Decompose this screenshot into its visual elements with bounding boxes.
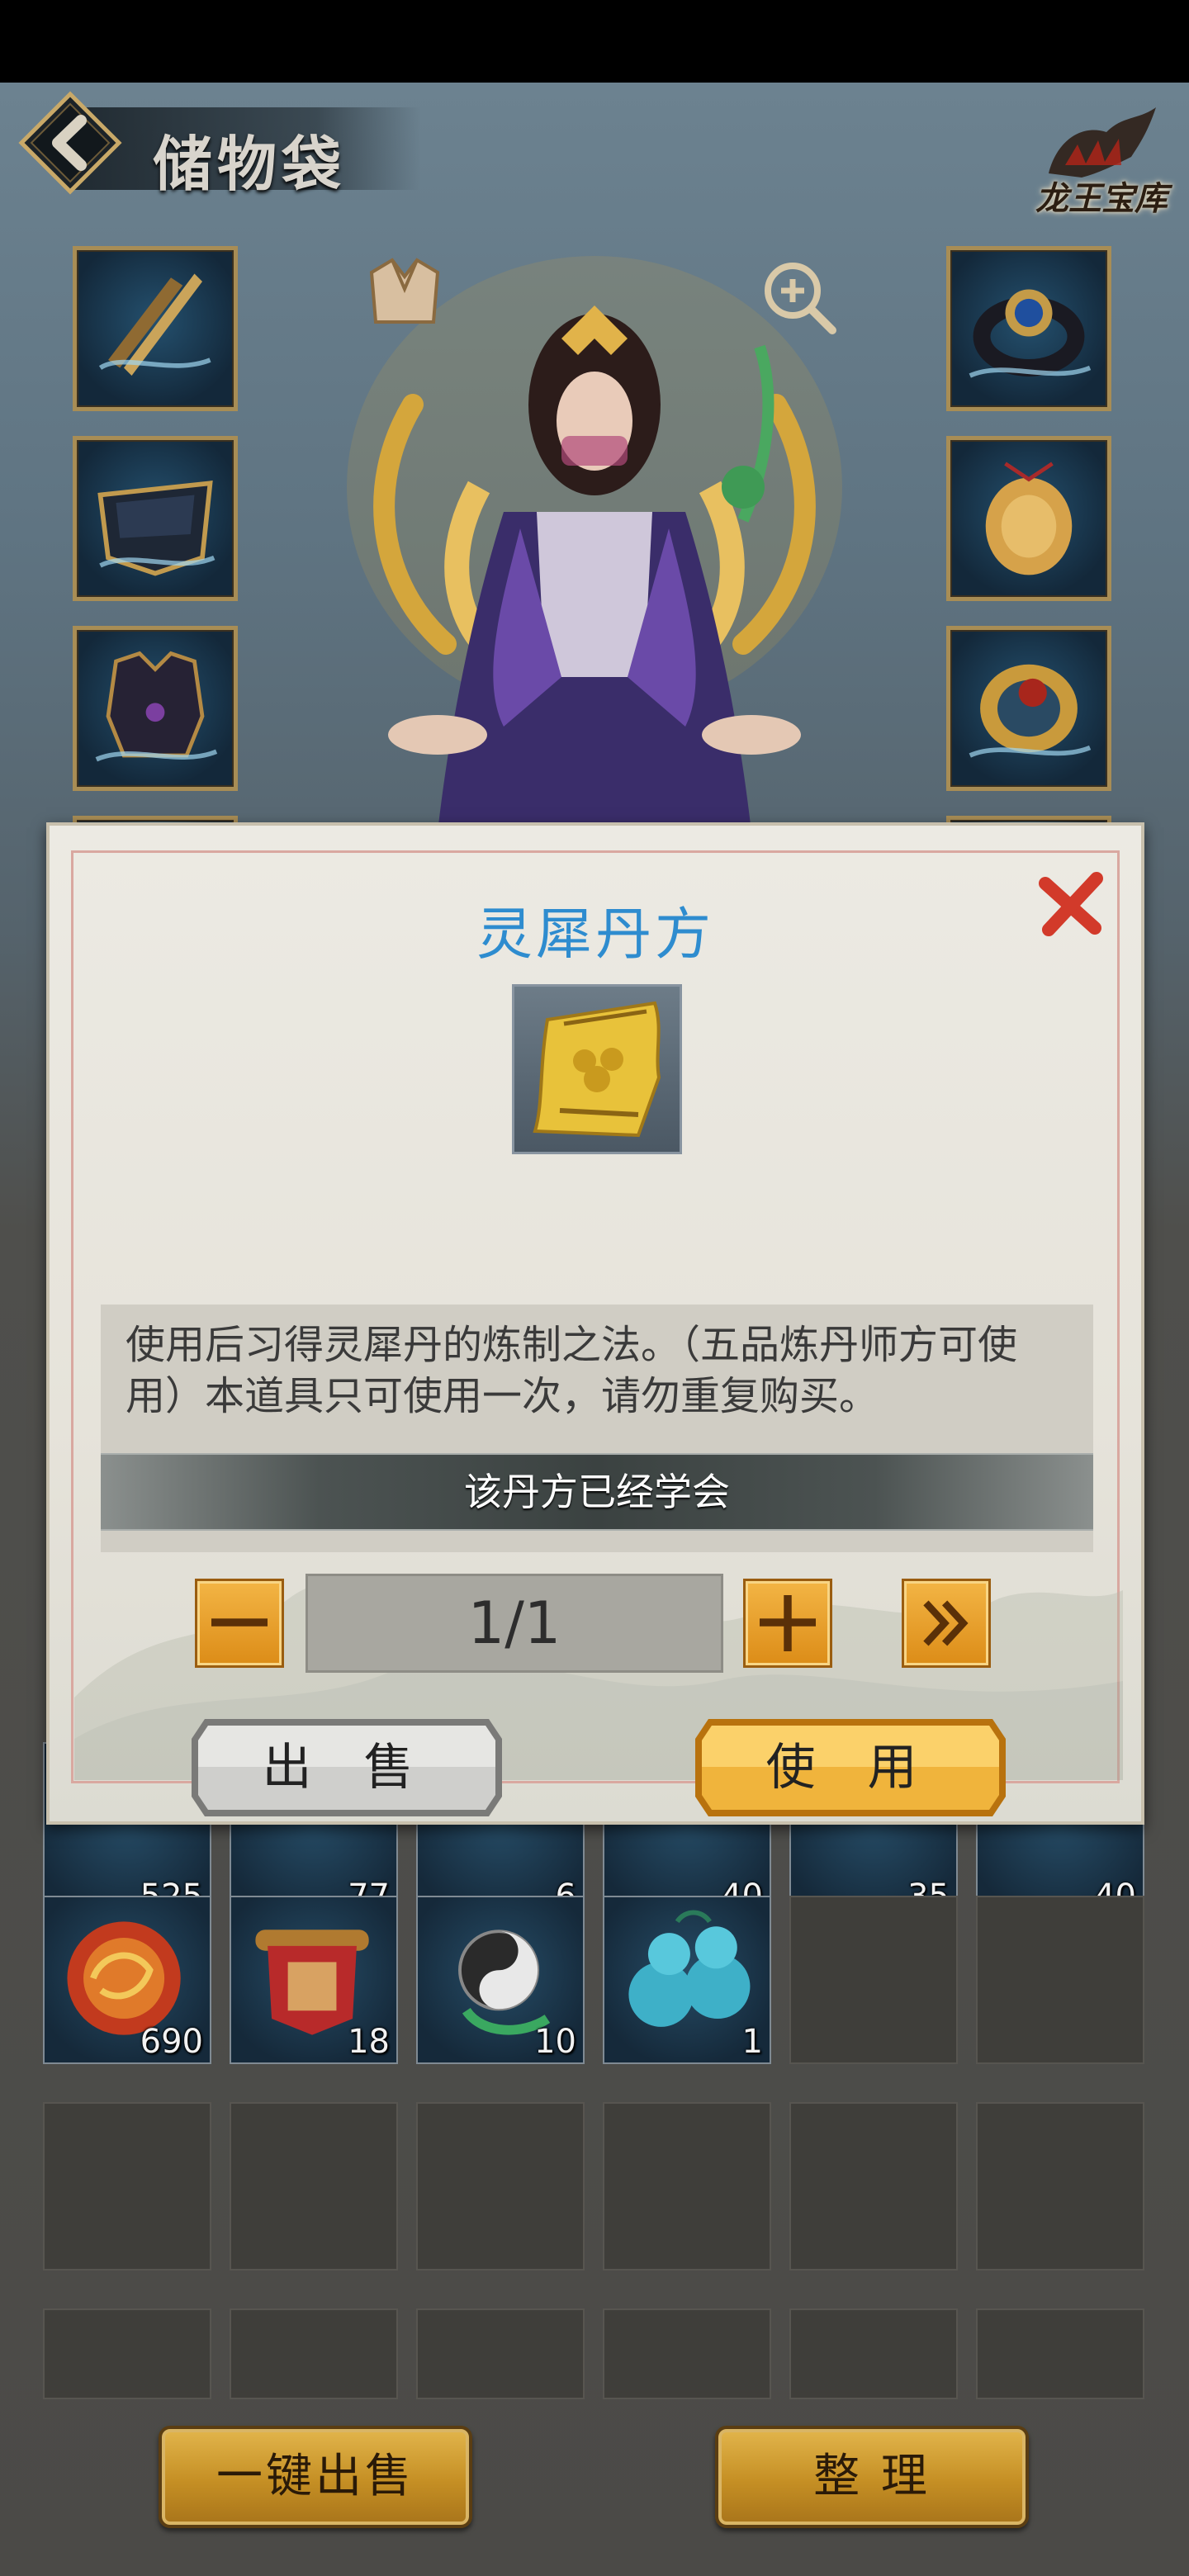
ring-icon [969,289,1092,378]
inventory-slot-empty[interactable] [789,2308,958,2399]
inventory-slot-empty[interactable] [43,2308,211,2399]
sell-all-button[interactable]: 一键出售 [159,2426,472,2528]
inventory-slot-empty[interactable] [416,2102,585,2271]
sword-icon [98,273,211,376]
inventory-slot-empty[interactable] [230,2102,398,2271]
zoom-in-icon[interactable] [758,256,841,339]
page-title: 储物袋 [153,129,347,199]
item-icon-frame [512,984,682,1154]
inventory-slot[interactable]: 18 [230,1896,398,2064]
decrease-button[interactable] [195,1579,284,1668]
plus-icon [760,1595,816,1651]
jade-pendant-icon [985,462,1073,575]
quantity-field[interactable]: 1/1 [306,1574,723,1673]
equip-slot-ring[interactable] [946,246,1111,411]
inventory-slot[interactable]: 10 [416,1896,585,2064]
inventory-slot-empty[interactable] [976,2308,1144,2399]
item-quantity: 1 [741,2023,763,2061]
inventory-slot-empty[interactable] [603,2308,771,2399]
equip-slot-gold-ring[interactable] [946,626,1111,791]
dialog-title: 灵犀丹方 [476,902,714,968]
inventory-slot[interactable]: 690 [43,1896,211,2064]
equip-slot-pendant[interactable] [946,436,1111,601]
game-screen: 储物袋 龙王宝库 690 18 10 1 一键出售 整 理 灵犀丹方 使用后习得… [0,83,1189,2576]
inventory-slot-empty[interactable] [416,2308,585,2399]
inventory-slot-empty[interactable] [789,2102,958,2271]
inventory-slot-empty[interactable] [976,1896,1144,2064]
sell-button[interactable]: 出 售 [188,1716,505,1820]
inventory-slot-empty[interactable] [789,1896,958,2064]
equip-slot-sword[interactable] [73,246,238,411]
inventory-slot-empty[interactable] [603,2102,771,2271]
golden-scroll-icon [533,1001,661,1138]
equip-slot-armor[interactable] [73,626,238,791]
inventory-slot[interactable]: 1 [603,1896,771,2064]
close-button[interactable] [1037,870,1106,940]
increase-button[interactable] [743,1579,832,1668]
use-label: 使 用 [765,1739,936,1797]
inventory-slot-empty[interactable] [230,2308,398,2399]
item-dialog: 灵犀丹方 使用后习得灵犀丹的炼制之法。（五品炼丹师方可使用）本道具只可使用一次，… [46,822,1144,1825]
armor-icon [95,651,218,762]
close-icon [1039,872,1103,936]
robe-icon[interactable] [355,248,454,339]
inventory-slot-empty[interactable] [43,2102,211,2271]
item-quantity: 18 [348,2023,390,2061]
logo-text: 龙王宝库 [1035,179,1168,218]
minus-icon [211,1618,268,1627]
status-bar [0,0,1189,83]
inventory-slot-empty[interactable] [976,2102,1144,2271]
sort-button[interactable]: 整 理 [715,2426,1029,2528]
max-button[interactable] [902,1579,991,1668]
sell-label: 出 售 [262,1739,432,1797]
equip-slot-helmet[interactable] [73,436,238,601]
double-chevron-right-icon [923,1600,969,1646]
helmet-icon [97,481,216,576]
item-quantity: 10 [534,2023,576,2061]
item-description: 使用后习得灵犀丹的炼制之法。（五品炼丹师方可使用）本道具只可使用一次，请勿重复购… [126,1322,1018,1419]
item-quantity: 690 [140,2023,203,2061]
back-button[interactable] [17,89,124,197]
chevron-left-icon [18,91,122,195]
use-button[interactable]: 使 用 [692,1716,1009,1820]
status-banner: 该丹方已经学会 [101,1453,1093,1531]
gold-ring-icon [969,664,1092,758]
